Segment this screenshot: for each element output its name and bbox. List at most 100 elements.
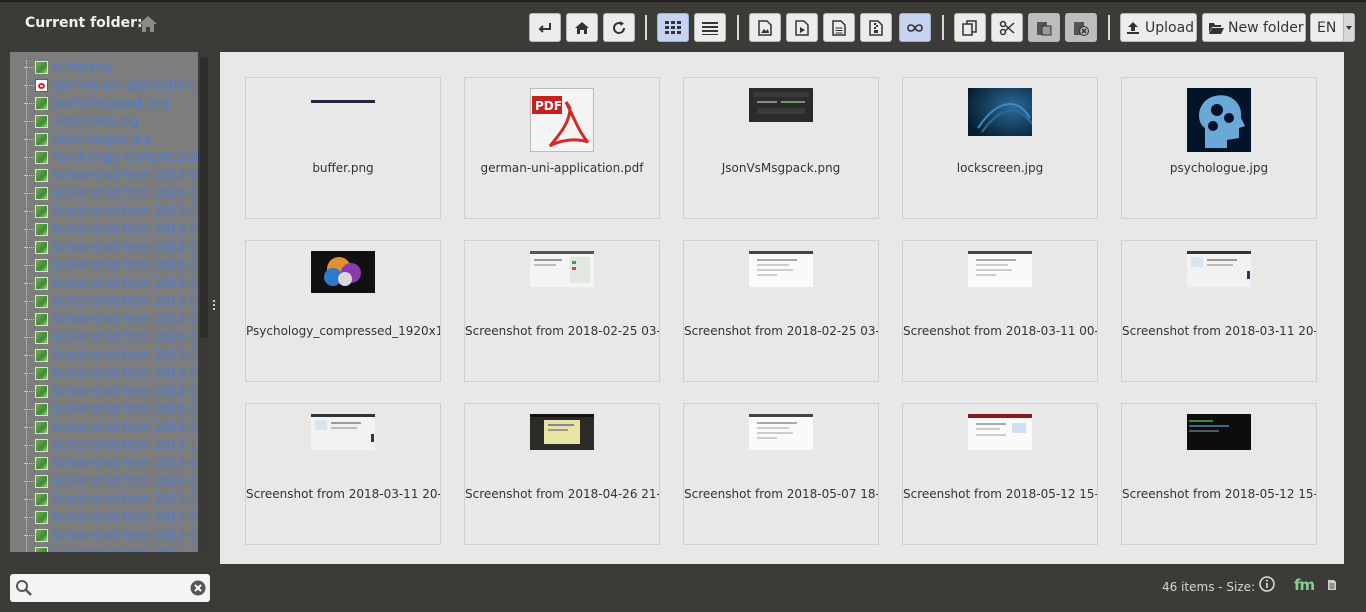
tree-scrollbar-thumb[interactable] xyxy=(200,58,208,338)
image-file-icon xyxy=(35,168,48,182)
tree-item[interactable]: Screenshot from 2019-08-21 xyxy=(24,508,210,526)
paste-icon xyxy=(1037,21,1052,35)
tree-item-label: Psychology_compressed_1920x1280 xyxy=(52,150,210,164)
clear-search-icon[interactable] xyxy=(190,580,206,596)
paste-button[interactable] xyxy=(1028,13,1060,42)
image-file-icon xyxy=(35,294,48,308)
file-card[interactable]: Psychology_compressed_1920x1280 xyxy=(245,240,441,382)
image-file-icon xyxy=(35,276,48,290)
tree-item[interactable]: Screenshot from 2018-05-21 xyxy=(24,364,210,382)
tree-item-label: Screenshot from 2018-05-12 xyxy=(52,330,210,344)
file-name: german-uni-application.pdf xyxy=(480,161,644,175)
grid-icon xyxy=(665,20,681,34)
document-file-icon xyxy=(832,19,846,36)
file-card[interactable]: Screenshot from 2018-05-07 18-45-5 xyxy=(683,403,879,545)
tree-item[interactable]: Screenshot from 2018-03-11 xyxy=(24,220,210,238)
tree-connector xyxy=(24,210,34,212)
home-button[interactable] xyxy=(566,13,598,42)
tree-item[interactable]: Screenshot from 2018-06-01 xyxy=(24,382,210,400)
cut-button[interactable] xyxy=(991,13,1023,42)
image-file-icon xyxy=(35,186,48,200)
tree-item-label: Screenshot from 2018-10-25 xyxy=(52,438,210,452)
language-select[interactable]: EN xyxy=(1310,13,1355,42)
file-name: Screenshot from 2018-05-12 15-17-55 xyxy=(1122,487,1316,501)
file-thumbnail: PDF xyxy=(530,88,594,156)
file-name: lockscreen.jpg xyxy=(956,161,1044,175)
list-view-button[interactable] xyxy=(694,13,726,42)
file-card[interactable]: buffer.png xyxy=(245,77,441,219)
refresh-button[interactable] xyxy=(603,13,635,42)
folder-tree: buffer.png german-uni-application.pdf Json… xyxy=(10,52,210,552)
parent-folder-button[interactable] xyxy=(529,13,561,42)
file-card[interactable]: psychologue.jpg xyxy=(1121,77,1317,219)
tree-item[interactable]: Screenshot from 2018-03-11 xyxy=(24,202,210,220)
tree-item[interactable]: Screenshot from 2018-04-26 xyxy=(24,256,210,274)
tree-item-label: Screenshot from 2018-03-11 xyxy=(52,222,210,236)
tree-item[interactable]: Screenshot from 2018-05-12 xyxy=(24,328,210,346)
tree-item-label: Screenshot from 2019-04-19 xyxy=(52,474,210,488)
video-file-icon xyxy=(795,19,809,36)
tree-item-label: Screenshot from 2019-04-25 xyxy=(52,492,210,506)
tree-item[interactable]: Screenshot from 2019-04-11 xyxy=(24,454,210,472)
file-card[interactable]: PDF german-uni-application.pdf xyxy=(464,77,660,219)
tree-connector xyxy=(24,246,34,248)
file-card[interactable]: lockscreen.jpg xyxy=(902,77,1098,219)
file-card[interactable]: Screenshot from 2018-03-11 20-48-42 xyxy=(1121,240,1317,382)
tree-connector xyxy=(24,138,34,140)
tree-item[interactable]: lockscreen.jpg xyxy=(24,112,139,130)
tree-item[interactable]: german-uni-application.pdf xyxy=(24,76,210,94)
tree-item[interactable]: Screenshot from 2019-08-28 xyxy=(24,526,210,544)
filter-all-button[interactable] xyxy=(899,13,931,42)
file-thumbnail xyxy=(968,88,1033,140)
file-card[interactable]: JsonVsMsgpack.png xyxy=(683,77,879,219)
tree-item[interactable]: Screenshot from 2018-05-12 xyxy=(24,310,210,328)
info-icon[interactable] xyxy=(1259,576,1275,592)
search-input[interactable] xyxy=(40,577,190,601)
tree-connector xyxy=(24,102,34,104)
tree-item-label: Screenshot from 2018-03-11 xyxy=(52,240,210,254)
tree-item[interactable]: Screenshot from 2019-04-19 xyxy=(24,472,210,490)
tree-item[interactable]: Screenshot from 2019-08-29 xyxy=(24,544,210,552)
file-name: Screenshot from 2018-04-26 21-15-22 xyxy=(465,487,659,501)
upload-button[interactable]: Upload xyxy=(1120,13,1197,42)
filter-video-button[interactable] xyxy=(786,13,818,42)
docs-icon[interactable] xyxy=(1327,579,1337,591)
tree-item[interactable]: Screenshot from 2018-10-25 xyxy=(24,436,210,454)
tree-item[interactable]: Screenshot from 2019-04-25 xyxy=(24,490,210,508)
file-card[interactable]: Screenshot from 2018-03-11 20-54-38 xyxy=(245,403,441,545)
file-card[interactable]: Screenshot from 2018-02-25 03-00-4 xyxy=(464,240,660,382)
tree-item[interactable]: Screenshot from 2018-03-11 xyxy=(24,238,210,256)
panel-splitter[interactable] xyxy=(213,298,216,314)
grid-view-button[interactable] xyxy=(657,13,689,42)
tree-item[interactable]: Screenshot from 2018-02-25 xyxy=(24,184,210,202)
tree-item[interactable]: Screenshot from 2018-05-21 xyxy=(24,346,210,364)
tree-item[interactable]: buffer.png xyxy=(24,58,113,76)
image-thumbnail xyxy=(1187,414,1251,450)
file-card[interactable]: Screenshot from 2018-04-26 21-15-22 xyxy=(464,403,660,545)
image-file-icon xyxy=(35,222,48,236)
file-card[interactable]: Screenshot from 2018-05-12 15-17-55 xyxy=(1121,403,1317,545)
tree-item[interactable]: Screenshot from 2018-08-23 xyxy=(24,418,210,436)
file-card[interactable]: Screenshot from 2018-03-11 00-08-53 xyxy=(902,240,1098,382)
tree-item[interactable]: psychologue.jpg xyxy=(24,130,150,148)
tree-connector xyxy=(24,174,34,176)
file-name: Screenshot from 2018-02-25 03-00-4 xyxy=(465,324,659,338)
tree-item[interactable]: JsonVsMsgpack.png xyxy=(24,94,171,112)
tree-item[interactable]: Screenshot from 2018-06-12 xyxy=(24,400,210,418)
image-thumbnail xyxy=(749,414,813,450)
filter-images-button[interactable] xyxy=(749,13,781,42)
file-card[interactable]: Screenshot from 2018-02-25 03-17-5 xyxy=(683,240,879,382)
tree-item[interactable]: Screenshot from 2018-02-25 xyxy=(24,166,210,184)
tree-connector xyxy=(24,264,34,266)
tree-item[interactable]: Screenshot from 2018-05-12 xyxy=(24,292,210,310)
new-folder-button[interactable]: New folder xyxy=(1202,13,1306,42)
tree-item[interactable]: Psychology_compressed_1920x1280 xyxy=(24,148,210,166)
tree-item[interactable]: Screenshot from 2018-05-07 xyxy=(24,274,210,292)
copy-button[interactable] xyxy=(954,13,986,42)
clear-clipboard-button[interactable] xyxy=(1065,13,1097,42)
filter-documents-button[interactable] xyxy=(823,13,855,42)
file-card[interactable]: Screenshot from 2018-05-12 15-15-42 xyxy=(902,403,1098,545)
image-file-icon xyxy=(35,132,48,146)
main-scrollbar[interactable] xyxy=(1344,52,1356,564)
filter-archives-button[interactable] xyxy=(860,13,892,42)
